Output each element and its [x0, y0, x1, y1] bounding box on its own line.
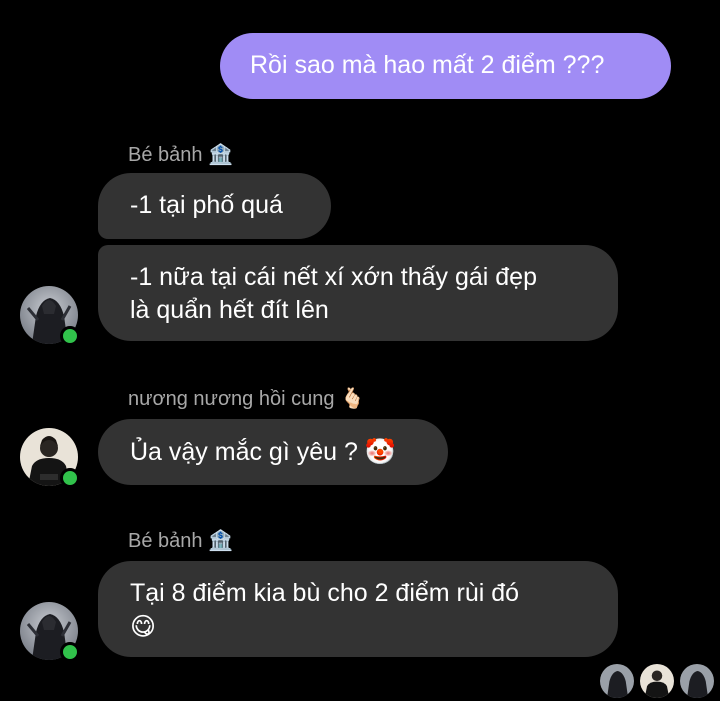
- incoming-message-text: -1 tại phố quá: [130, 191, 283, 219]
- finger-heart-icon: 🫰🏻: [340, 386, 365, 410]
- incoming-message-bubble[interactable]: Tại 8 điểm kia bù cho 2 điểm rùi đó 😋: [98, 561, 618, 657]
- seen-receipt-avatar-icon: [640, 664, 674, 698]
- avatar[interactable]: [20, 428, 80, 488]
- outgoing-message-bubble[interactable]: Rồi sao mà hao mất 2 điểm ???: [220, 33, 671, 99]
- face-savoring-food-icon: 😋: [130, 612, 157, 641]
- bank-icon: 🏦: [208, 528, 233, 552]
- seen-receipt-avatar-icon: [600, 664, 634, 698]
- sender-name-label: nương nương hồi cung: [128, 388, 335, 410]
- avatar[interactable]: [20, 602, 80, 662]
- sender-name: Bé bảnh 🏦: [128, 142, 233, 167]
- sender-name: Bé bảnh 🏦: [128, 528, 233, 553]
- online-status-indicator: [60, 468, 80, 488]
- incoming-message-bubble[interactable]: -1 nữa tại cái nết xí xớn thấy gái đẹp l…: [98, 245, 618, 341]
- bank-icon: 🏦: [208, 142, 233, 166]
- avatar[interactable]: [20, 286, 80, 346]
- incoming-message-text-line: là quẩn hết đít lên: [130, 296, 329, 324]
- sender-name: nương nương hồi cung 🫰🏻: [128, 386, 365, 411]
- online-status-indicator: [60, 642, 80, 662]
- online-status-indicator: [60, 326, 80, 346]
- incoming-message-text: Ủa vậy mắc gì yêu ?: [130, 438, 358, 466]
- incoming-message-bubble[interactable]: Ủa vậy mắc gì yêu ? 🤡: [98, 419, 448, 485]
- incoming-message-text-line: Tại 8 điểm kia bù cho 2 điểm rùi đó: [130, 579, 520, 607]
- clown-face-icon: 🤡: [364, 437, 396, 466]
- chat-thread: Rồi sao mà hao mất 2 điểm ??? Bé bảnh 🏦 …: [0, 0, 720, 701]
- outgoing-message-text: Rồi sao mà hao mất 2 điểm ???: [250, 51, 605, 79]
- incoming-message-text-line: -1 nữa tại cái nết xí xớn thấy gái đẹp: [130, 263, 537, 291]
- seen-receipt-avatar-icon: [680, 664, 714, 698]
- incoming-message-bubble[interactable]: -1 tại phố quá: [98, 173, 331, 239]
- sender-name-label: Bé bảnh: [128, 144, 203, 166]
- sender-name-label: Bé bảnh: [128, 530, 203, 552]
